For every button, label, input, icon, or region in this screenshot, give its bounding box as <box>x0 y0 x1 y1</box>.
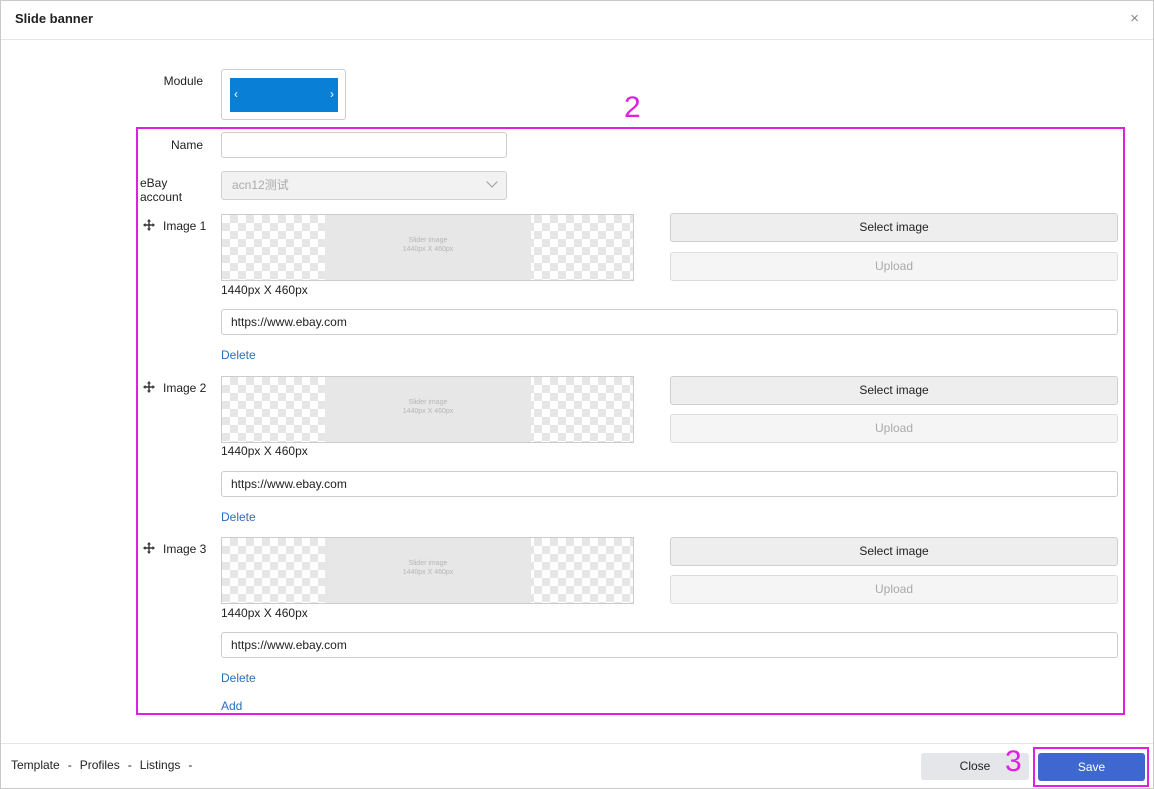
dialog-title: Slide banner <box>15 11 94 26</box>
drag-handle-icon[interactable] <box>143 381 155 393</box>
image-3-label: Image 3 <box>163 542 207 556</box>
close-icon[interactable]: × <box>1130 11 1139 27</box>
image-2-select-button[interactable]: Select image <box>670 376 1118 405</box>
module-selector[interactable]: ‹ › <box>221 69 346 120</box>
separator: - <box>127 758 132 772</box>
slide-banner-dialog: Slide banner × Module ‹ › 2 Name eBay ac… <box>0 0 1154 789</box>
placeholder-title: Slider image <box>408 399 448 406</box>
dialog-header: Slide banner × <box>1 1 1153 40</box>
image-1-delete-link[interactable]: Delete <box>221 348 256 362</box>
save-button[interactable]: Save <box>1038 753 1145 781</box>
image-3-delete-link[interactable]: Delete <box>221 671 256 685</box>
placeholder-size: 1440px X 460px <box>402 246 454 253</box>
image-3-upload-button[interactable]: Upload <box>670 575 1118 604</box>
annotation-marker-2: 2 <box>624 91 641 124</box>
image-1-size-note: 1440px X 460px <box>221 283 308 297</box>
image-3-preview: Slider image 1440px X 460px <box>221 537 634 604</box>
footer-link-listings[interactable]: Listings <box>140 758 181 772</box>
image-1-placeholder: Slider image 1440px X 460px <box>325 215 531 280</box>
account-label: eBay account <box>140 176 183 204</box>
account-select[interactable]: acn12测试 <box>221 171 507 200</box>
account-select-value: acn12测试 <box>232 178 289 192</box>
add-image-link[interactable]: Add <box>221 699 242 713</box>
image-3-select-button[interactable]: Select image <box>670 537 1118 566</box>
image-1-upload-button[interactable]: Upload <box>670 252 1118 281</box>
drag-handle-icon[interactable] <box>143 219 155 231</box>
chevron-left-icon: ‹ <box>234 87 238 101</box>
name-label: Name <box>170 138 203 152</box>
placeholder-size: 1440px X 460px <box>402 408 454 415</box>
chevron-down-icon <box>486 176 498 188</box>
module-label: Module <box>163 74 203 88</box>
image-2-url-input[interactable]: https://www.ebay.com <box>221 471 1118 497</box>
image-2-preview: Slider image 1440px X 460px <box>221 376 634 443</box>
placeholder-title: Slider image <box>408 560 448 567</box>
image-2-delete-link[interactable]: Delete <box>221 510 256 524</box>
chevron-right-icon: › <box>330 87 334 101</box>
annotation-marker-3: 3 <box>1005 745 1022 778</box>
image-1-preview: Slider image 1440px X 460px <box>221 214 634 281</box>
image-2-upload-button[interactable]: Upload <box>670 414 1118 443</box>
image-1-select-button[interactable]: Select image <box>670 213 1118 242</box>
image-3-url-input[interactable]: https://www.ebay.com <box>221 632 1118 658</box>
image-2-size-note: 1440px X 460px <box>221 444 308 458</box>
image-3-placeholder: Slider image 1440px X 460px <box>325 538 531 603</box>
image-1-label: Image 1 <box>163 219 207 233</box>
module-preview: ‹ › <box>230 78 338 112</box>
image-2-label: Image 2 <box>163 381 207 395</box>
placeholder-size: 1440px X 460px <box>402 569 454 576</box>
separator: - <box>67 758 72 772</box>
dialog-footer: Template - Profiles - Listings - Close 3 Save <box>1 743 1153 789</box>
image-3-size-note: 1440px X 460px <box>221 606 308 620</box>
name-input[interactable] <box>221 132 507 158</box>
footer-link-template[interactable]: Template <box>11 758 60 772</box>
image-2-placeholder: Slider image 1440px X 460px <box>325 377 531 442</box>
image-1-url-input[interactable]: https://www.ebay.com <box>221 309 1118 335</box>
drag-handle-icon[interactable] <box>143 542 155 554</box>
footer-breadcrumb: Template - Profiles - Listings - <box>11 758 200 772</box>
placeholder-title: Slider image <box>408 237 448 244</box>
separator: - <box>188 758 193 772</box>
footer-link-profiles[interactable]: Profiles <box>80 758 120 772</box>
